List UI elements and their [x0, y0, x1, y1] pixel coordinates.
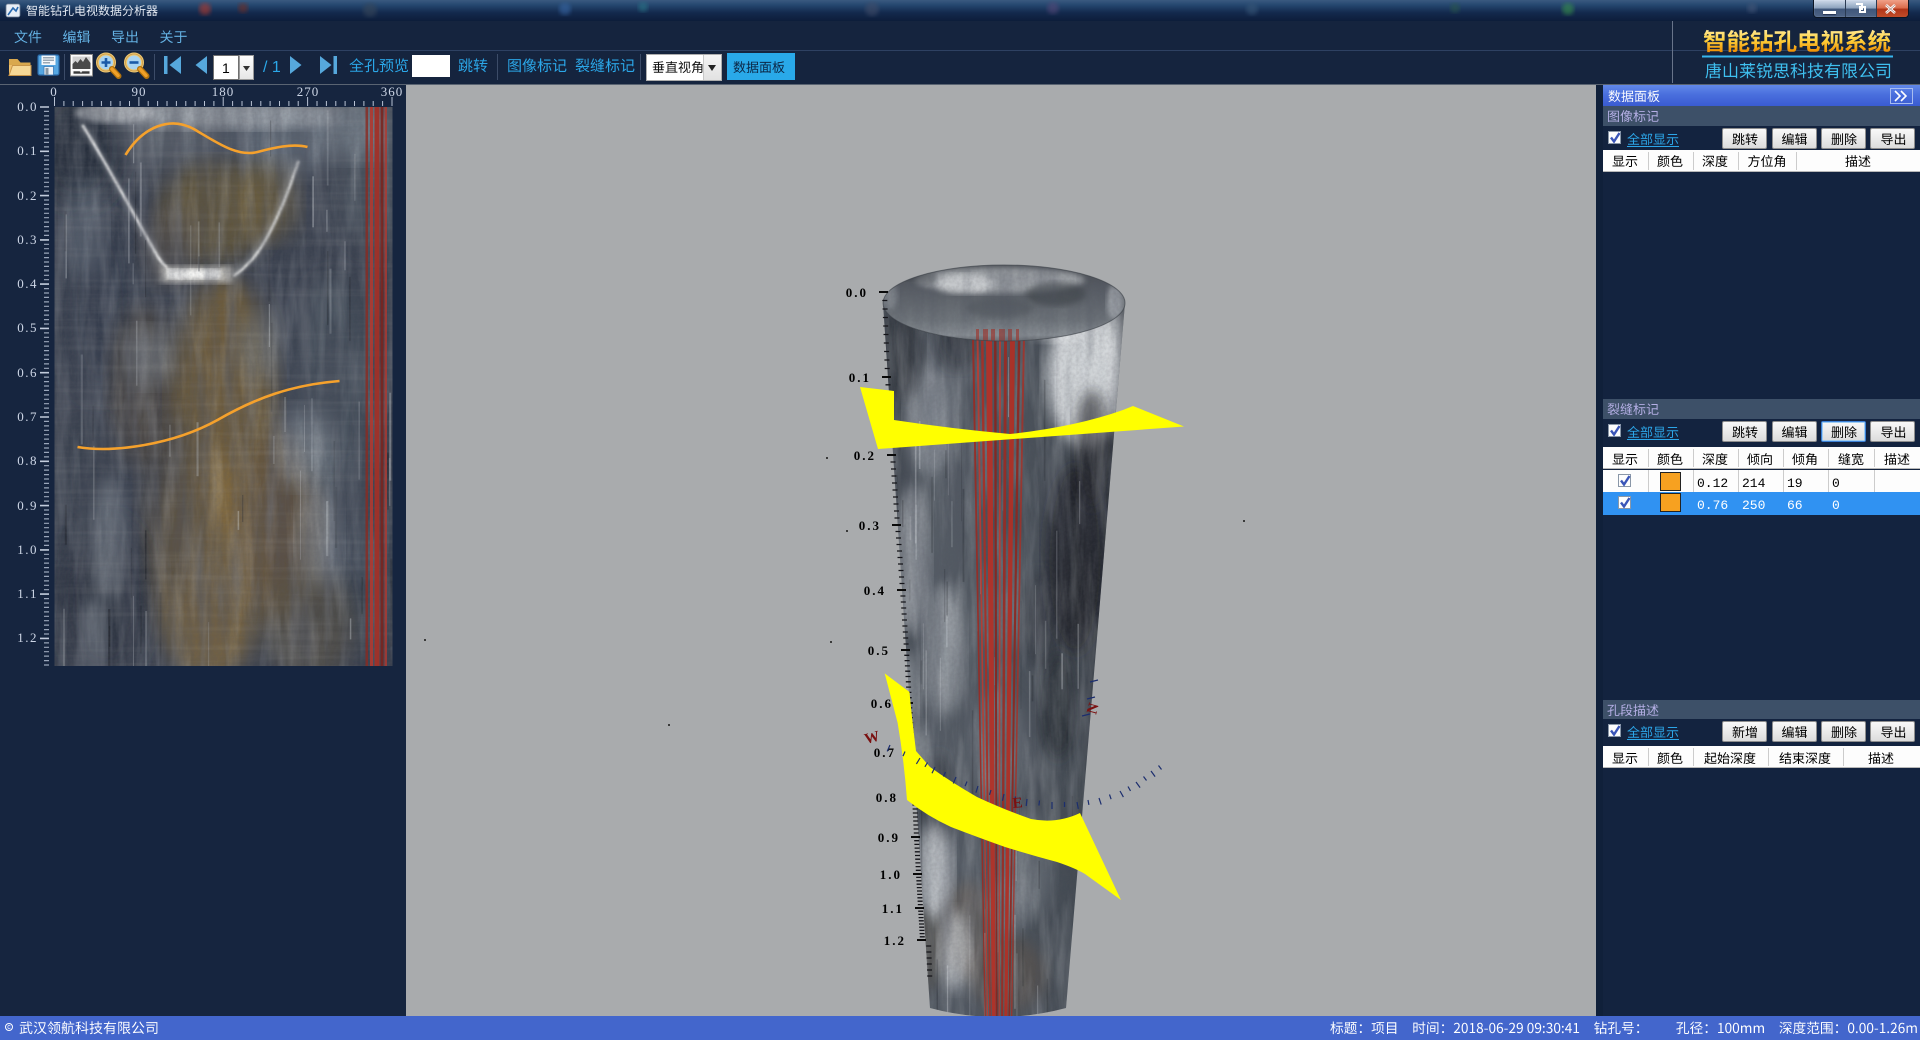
- svg-text:0.2: 0.2: [17, 188, 38, 203]
- svg-text:1.0: 1.0: [880, 867, 902, 882]
- svg-text:1.1: 1.1: [17, 586, 38, 601]
- svg-text:0.8: 0.8: [17, 453, 38, 468]
- svg-text:1.1: 1.1: [882, 901, 904, 916]
- svg-text:/ 1: / 1: [263, 59, 281, 76]
- svg-text:0.2: 0.2: [854, 448, 876, 463]
- svg-text:0.0: 0.0: [846, 285, 868, 300]
- svg-text:0.8: 0.8: [876, 790, 898, 805]
- svg-text:0.9: 0.9: [17, 498, 38, 513]
- svg-text:1: 1: [222, 60, 230, 76]
- svg-text:0.3: 0.3: [859, 518, 881, 533]
- svg-text:0.6: 0.6: [17, 365, 38, 380]
- svg-text:180: 180: [212, 84, 235, 99]
- svg-text:0.6: 0.6: [871, 696, 893, 711]
- svg-text:0.1: 0.1: [17, 143, 38, 158]
- svg-text:0.7: 0.7: [874, 745, 896, 760]
- svg-text:0.7: 0.7: [17, 409, 38, 424]
- svg-text:0.4: 0.4: [17, 276, 38, 291]
- svg-text:0: 0: [50, 84, 58, 99]
- svg-text:0.3: 0.3: [17, 232, 38, 247]
- svg-text:1.0: 1.0: [17, 542, 38, 557]
- svg-text:1.2: 1.2: [884, 933, 906, 948]
- svg-text:0.0: 0.0: [17, 99, 38, 114]
- svg-text:0.9: 0.9: [878, 830, 900, 845]
- svg-text:90: 90: [132, 84, 147, 99]
- svg-text:0.5: 0.5: [17, 320, 38, 335]
- svg-text:0.5: 0.5: [868, 643, 890, 658]
- svg-text:0.4: 0.4: [864, 583, 886, 598]
- svg-text:0.1: 0.1: [849, 370, 871, 385]
- svg-text:E: E: [1012, 795, 1023, 812]
- svg-text:270: 270: [297, 84, 320, 99]
- svg-text:1.2: 1.2: [17, 630, 38, 645]
- svg-text:360: 360: [381, 84, 404, 99]
